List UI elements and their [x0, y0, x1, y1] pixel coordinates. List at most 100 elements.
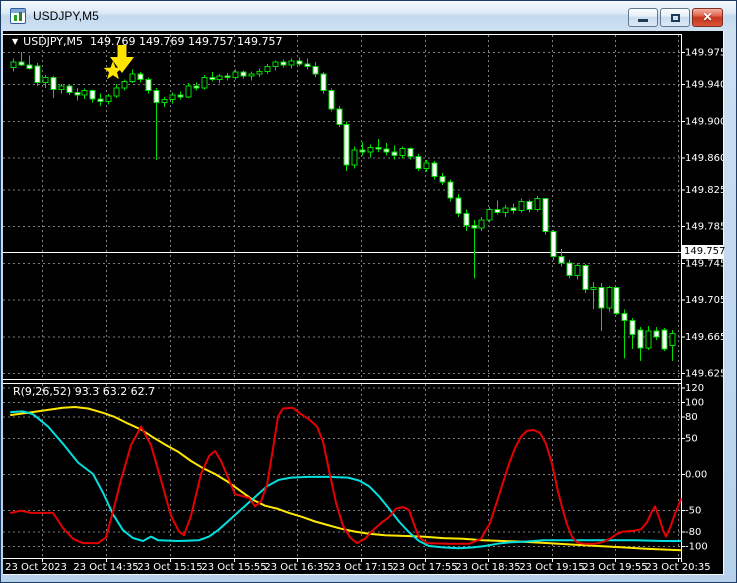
symbol-label: USDJPY,M5 [23, 35, 84, 48]
pane-frames [3, 34, 685, 562]
candle-down [391, 151, 398, 157]
svg-text:149.825: 149.825 [685, 185, 723, 196]
candle-up [669, 333, 676, 346]
svg-text:23 Oct 15:15: 23 Oct 15:15 [137, 562, 202, 573]
candle-down [653, 330, 660, 338]
app-icon-header [11, 9, 25, 13]
candle-down [209, 77, 216, 81]
svg-text:50: 50 [685, 434, 698, 445]
candle-down [463, 212, 470, 226]
candle-up [478, 219, 485, 229]
candle-up [534, 198, 541, 211]
title-bar[interactable]: USDJPY,M5 ✕ [1, 1, 736, 31]
candle-up [216, 75, 223, 81]
candle-down [542, 198, 549, 233]
candle-up [502, 207, 509, 213]
svg-text:120: 120 [685, 383, 704, 394]
candle-down [637, 329, 644, 349]
indicator-label: R(9,26,52) 93.3 63.2 62.7 [13, 385, 156, 398]
candle-up [264, 66, 271, 72]
candle-down [296, 60, 303, 65]
candle-down [621, 312, 628, 322]
candle-down [153, 90, 160, 103]
candle-up [590, 287, 597, 291]
candle-down [66, 85, 73, 93]
yellow-line [10, 406, 682, 552]
svg-text:23 Oct 17:55: 23 Oct 17:55 [392, 562, 457, 573]
candle-up [486, 209, 493, 221]
candle-down [383, 148, 390, 153]
candle-up [169, 94, 176, 101]
svg-text:149.975: 149.975 [685, 48, 723, 59]
candle-down [558, 255, 565, 264]
candle-down [34, 65, 41, 83]
candle-up [367, 146, 374, 153]
svg-text:149.745: 149.745 [685, 258, 723, 269]
svg-text:0.00: 0.00 [685, 470, 707, 481]
candle-down [415, 156, 422, 169]
app-icon-candle [14, 15, 17, 21]
candle-up [201, 77, 208, 89]
chart-window: USDJPY,M5 ✕ 149.975 149.940 149.900 149.860… [0, 0, 737, 583]
candle-up [10, 61, 17, 69]
candle-down [471, 224, 478, 229]
minimize-icon [638, 18, 648, 22]
svg-text:-80: -80 [685, 527, 701, 538]
candle-down [431, 162, 438, 178]
candle-up [113, 87, 120, 97]
candle-down [613, 287, 620, 314]
close-button[interactable]: ✕ [692, 8, 723, 27]
candle-down [494, 209, 501, 213]
candle-up [645, 330, 652, 349]
candle-down [97, 98, 104, 103]
candle-down [74, 91, 81, 96]
candle-down [550, 231, 557, 257]
candle-up [288, 60, 295, 66]
svg-text:-50: -50 [685, 506, 701, 517]
candle-up [606, 287, 613, 309]
chart-canvas[interactable]: 149.975 149.940 149.900 149.860 149.825 149.7… [3, 31, 723, 574]
candle-up [232, 71, 239, 79]
cyan-line [10, 410, 682, 550]
candle-down [510, 207, 517, 212]
candle-up [574, 265, 581, 277]
candle-up [351, 149, 358, 166]
candle-up [185, 85, 192, 98]
window-title: USDJPY,M5 [33, 9, 99, 23]
candle-up [129, 73, 136, 82]
candle-down [526, 200, 533, 211]
svg-text:100: 100 [685, 398, 704, 409]
candle-up [58, 85, 65, 91]
ohlc-label: 149.769 149.769 149.757 149.757 [90, 35, 283, 48]
restore-button[interactable] [660, 8, 690, 27]
candles [10, 52, 676, 362]
candle-down [312, 66, 319, 75]
candle-down [280, 61, 287, 66]
chevron-down-icon[interactable]: ▼ [12, 37, 18, 46]
candle-down [224, 75, 231, 79]
restore-icon [670, 13, 680, 22]
red-line [10, 406, 682, 545]
svg-text:149.785: 149.785 [685, 222, 723, 233]
candle-down [328, 90, 335, 110]
minimize-button[interactable] [628, 8, 658, 27]
candle-down [18, 61, 25, 66]
symbol-label-row: ▼ USDJPY,M5 149.769 149.769 149.757 149.7… [12, 35, 282, 48]
candle-down [566, 262, 573, 277]
candle-down [177, 94, 184, 98]
candle-down [359, 149, 366, 153]
svg-text:149.705: 149.705 [685, 295, 723, 306]
svg-text:23 Oct 19:55: 23 Oct 19:55 [582, 562, 647, 573]
app-icon [10, 8, 26, 24]
candle-down [50, 77, 57, 91]
candle-down [304, 63, 311, 68]
candle-up [161, 99, 168, 103]
candle-up [81, 90, 88, 96]
candle-down [407, 147, 414, 158]
close-icon: ✕ [702, 10, 713, 24]
candle-up [121, 80, 128, 89]
svg-text:23 Oct 18:35: 23 Oct 18:35 [455, 562, 520, 573]
svg-text:23 Oct 14:35: 23 Oct 14:35 [73, 562, 138, 573]
candle-down [661, 329, 668, 350]
candle-down [582, 265, 589, 291]
